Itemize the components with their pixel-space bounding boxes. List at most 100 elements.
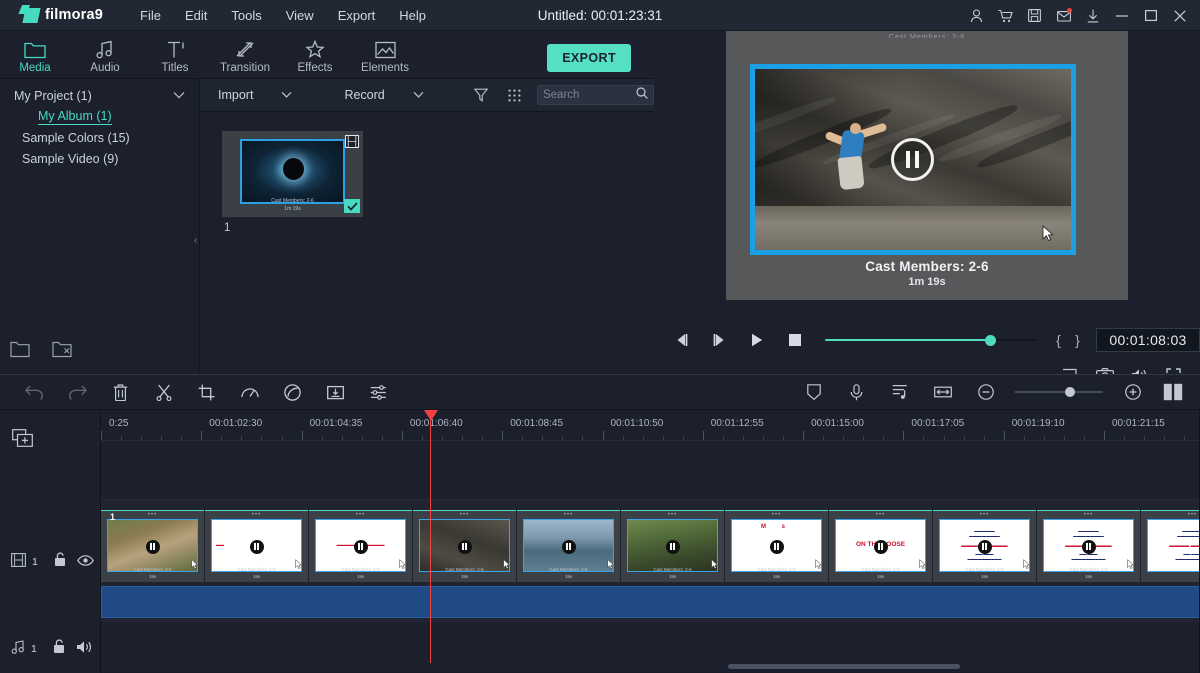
media-thumbnail[interactable]: Cast Members: 2-6 1m 19s [222, 131, 363, 217]
play-button[interactable] [738, 333, 776, 347]
timeline-clip[interactable]: ••• Cast Members: 2-6 19s [621, 510, 724, 582]
voiceover-mic-icon[interactable] [835, 383, 878, 401]
playhead-handle[interactable] [423, 410, 438, 421]
timeline-clip[interactable]: •••▬▬▬▬▬▬▬▬▬▬▬▬Cast Members: 2-619s [309, 510, 412, 582]
timeline-clip[interactable]: ••• Cast Members: 2-6 19s 1 [101, 510, 204, 582]
chevron-down-icon[interactable] [173, 89, 185, 103]
search-icon[interactable] [636, 86, 648, 104]
speed-icon[interactable] [228, 384, 271, 400]
undo-icon[interactable] [13, 384, 56, 400]
timeline-zoom-slider[interactable] [1015, 386, 1103, 398]
timeline-clip[interactable]: •••▬▬▬▬▬▬▬▬▬▬▬▬▬▬▬▬▬▬▬ ▬▬▬▬▬▬▬ ▬▬▬▬▬▬▬▬▬… [933, 510, 1036, 582]
timeline-clip[interactable]: ••• M s Cast Members: 2-6 19s [725, 510, 828, 582]
timeline-clip[interactable]: •••▬▬▬▬▬▬▬▬▬▬▬▬▬▬▬▬▬▬▬ ▬▬▬▬▬▬▬ ▬▬▬▬▬▬▬▬▬… [1141, 510, 1200, 582]
sidebar-item-sample-colors[interactable]: Sample Colors (15) [0, 127, 199, 148]
timeline-clip[interactable]: •••▬▬▬▬▬▬▬▬▬▬▬▬▬▬▬▬▬▬▬ ▬▬▬▬▬▬▬ ▬▬▬▬▬▬▬▬▬… [1037, 510, 1140, 582]
tab-transition[interactable]: Transition [210, 36, 280, 74]
mark-out-button[interactable]: } [1068, 332, 1087, 348]
timeline-clip[interactable]: •••ON THE LOOSECast Members: 2-619s [829, 510, 932, 582]
stop-button[interactable] [776, 334, 814, 346]
sidebar-item-my-album[interactable]: My Album (1) [0, 106, 199, 127]
timeline-horizontal-scrollbar[interactable] [728, 664, 960, 669]
redo-icon[interactable] [56, 384, 99, 400]
video-track-header[interactable]: 1 [0, 552, 94, 572]
preview-video-frame[interactable] [750, 64, 1076, 255]
tab-media[interactable]: Media [0, 36, 70, 82]
timeline-clip[interactable]: ••• ▬▬ Cast Members: 2-6 19s [205, 510, 308, 582]
menu-item-view[interactable]: View [275, 4, 325, 27]
ruler-minor-tick [1124, 436, 1126, 440]
color-palette-icon[interactable] [271, 383, 314, 401]
unlock-icon[interactable] [53, 639, 65, 659]
ruler-major-tick [1003, 431, 1005, 440]
chevron-down-icon[interactable] [413, 88, 424, 102]
fit-timeline-icon[interactable] [921, 385, 964, 399]
menu-item-file[interactable]: File [129, 4, 172, 27]
maximize-icon[interactable] [1136, 0, 1165, 31]
eye-icon[interactable] [76, 553, 94, 571]
tab-audio[interactable]: Audio [70, 36, 140, 74]
search-input[interactable] [542, 89, 636, 101]
split-scissors-icon[interactable] [142, 384, 185, 401]
zoom-in-icon[interactable] [1111, 384, 1154, 400]
speaker-icon[interactable] [76, 640, 93, 659]
delete-folder-icon[interactable] [52, 341, 72, 363]
export-button[interactable]: EXPORT [547, 44, 631, 72]
tab-titles[interactable]: Titles [140, 36, 210, 74]
unlock-icon[interactable] [54, 552, 66, 572]
zoom-knob[interactable] [1065, 387, 1076, 397]
audio-detach-icon[interactable] [878, 384, 921, 400]
marker-icon[interactable] [792, 384, 835, 400]
audio-track-header[interactable]: 1 [0, 639, 93, 659]
sidebar-item-my-project[interactable]: My Project (1) [0, 85, 199, 106]
split-view-icon[interactable] [1154, 383, 1192, 401]
next-frame-button[interactable] [700, 333, 738, 347]
add-track-icon[interactable] [12, 429, 33, 452]
panel-collapse-button[interactable]: ‹ [191, 226, 200, 254]
media-item[interactable]: Cast Members: 2-6 1m 19s 1 [222, 131, 363, 234]
menu-item-help[interactable]: Help [388, 4, 437, 27]
playhead[interactable] [423, 410, 438, 663]
mail-icon[interactable] [1049, 0, 1078, 31]
mark-in-button[interactable]: { [1049, 332, 1068, 348]
library-sidebar: My Project (1) My Album (1) Sample Color… [0, 79, 200, 373]
preview-timecode[interactable]: 00:01:08:03 [1096, 328, 1200, 352]
menu-item-export[interactable]: Export [327, 4, 387, 27]
video-track-lane[interactable]: ••• Cast Members: 2-6 19s 1 ••• ▬▬ Cast Member… [101, 500, 1200, 622]
tab-effects[interactable]: Effects [280, 36, 350, 74]
audio-clip[interactable] [101, 586, 1200, 618]
sidebar-item-sample-video[interactable]: Sample Video (9) [0, 148, 199, 169]
timeline-ruler[interactable]: 0:25 00:01:02:30 00:01:04:35 00:01:06:40 00:… [101, 410, 1200, 441]
progress-knob[interactable] [984, 334, 996, 346]
import-dropdown[interactable]: Import [218, 88, 292, 102]
previous-frame-button[interactable] [662, 333, 700, 347]
grid-view-icon[interactable] [497, 88, 531, 102]
media-selected-check-icon[interactable] [344, 199, 360, 213]
new-folder-icon[interactable] [10, 341, 30, 363]
crop-icon[interactable] [185, 384, 228, 401]
timeline-empty-area[interactable] [101, 441, 1200, 500]
ruler-minor-tick [1023, 436, 1025, 440]
preview-progress-slider[interactable] [825, 333, 1037, 347]
menu-item-tools[interactable]: Tools [220, 4, 272, 27]
green-screen-icon[interactable] [314, 384, 357, 401]
timeline-clip[interactable]: ••• Cast Members: 2-6 19s [413, 510, 516, 582]
delete-icon[interactable] [99, 383, 142, 401]
account-icon[interactable] [962, 0, 991, 31]
search-box[interactable] [536, 85, 654, 105]
cart-icon[interactable] [991, 0, 1020, 31]
audio-track-lane[interactable] [101, 622, 1200, 672]
minimize-icon[interactable] [1107, 0, 1136, 31]
timeline-clip[interactable]: ••• Cast Members: 2-6 19s [517, 510, 620, 582]
save-icon[interactable] [1020, 0, 1049, 31]
download-icon[interactable] [1078, 0, 1107, 31]
record-dropdown[interactable]: Record [344, 88, 424, 102]
tab-elements[interactable]: Elements [350, 36, 420, 74]
pause-overlay-button[interactable] [891, 137, 934, 181]
close-icon[interactable] [1165, 0, 1194, 31]
zoom-out-icon[interactable] [964, 384, 1007, 400]
menu-item-edit[interactable]: Edit [174, 4, 218, 27]
audio-mixer-icon[interactable] [357, 384, 400, 400]
filter-icon[interactable] [464, 88, 498, 102]
chevron-down-icon[interactable] [281, 88, 292, 102]
